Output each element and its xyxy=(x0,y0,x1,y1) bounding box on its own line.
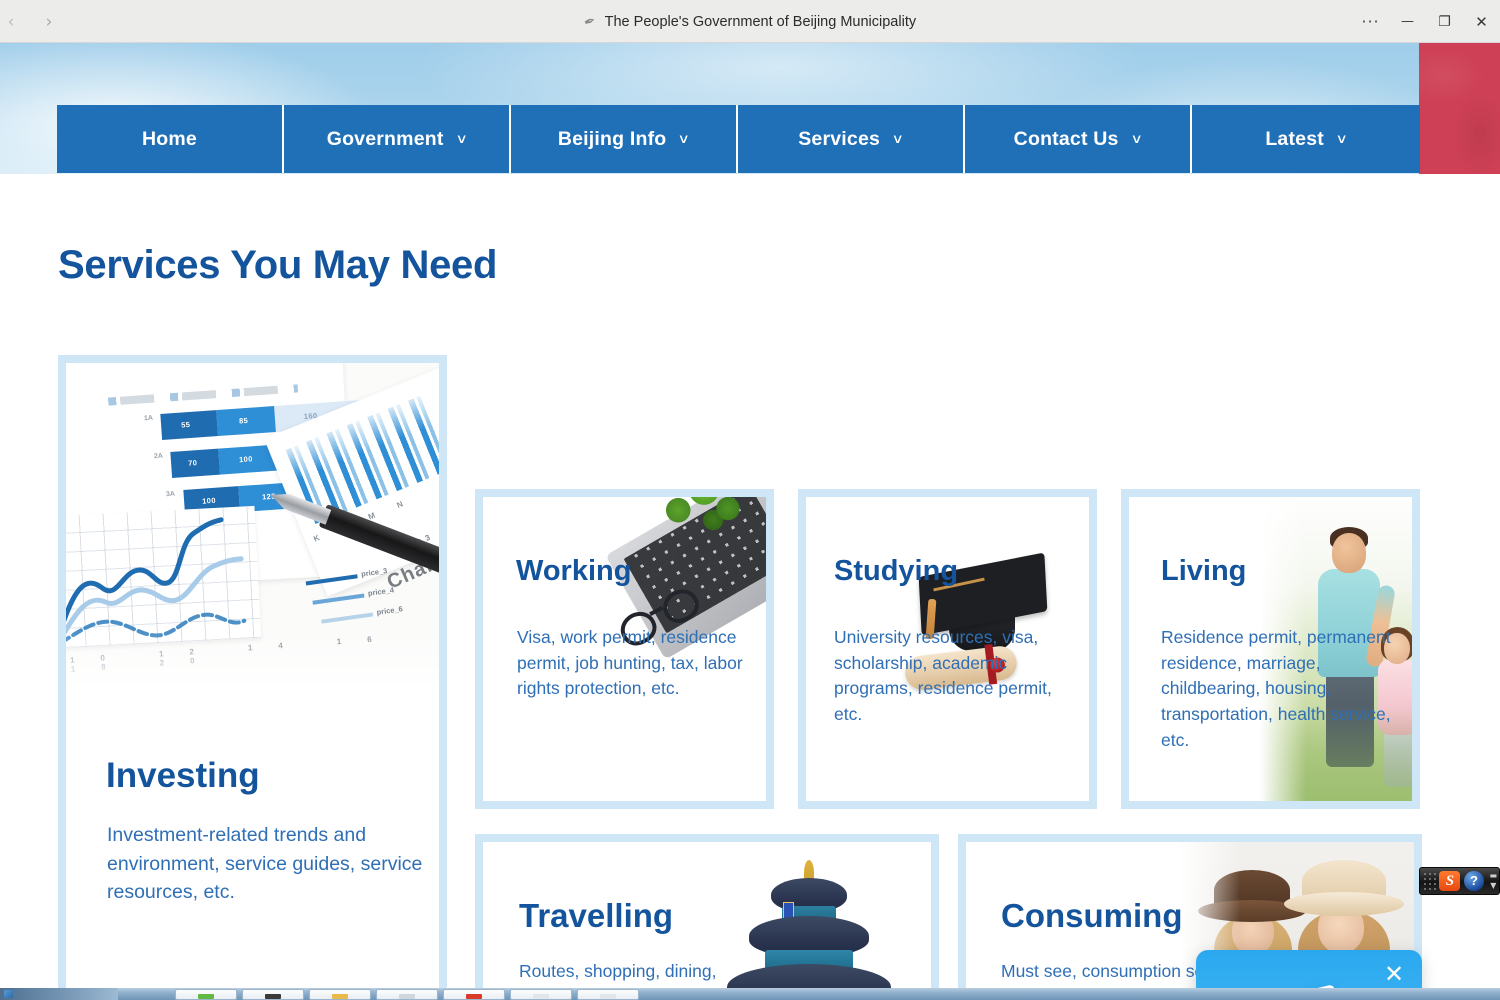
sogou-ime-toolbar[interactable]: S ? ▬ ▼ xyxy=(1419,867,1500,895)
taskbar-item[interactable] xyxy=(376,989,438,1000)
nav-item-label: Latest xyxy=(1265,127,1324,150)
card-description: University resources, visa, scholarship,… xyxy=(834,627,1052,725)
card-title: Travelling xyxy=(519,897,674,934)
minimize-icon[interactable]: ▬ xyxy=(1488,871,1499,881)
card-title: Living xyxy=(1161,555,1247,587)
nav-item-label: Services xyxy=(798,127,881,150)
nav-item-latest[interactable]: Latest ∨ xyxy=(1192,105,1420,173)
taskbar-item[interactable] xyxy=(242,989,304,1000)
service-card-investing[interactable]: 55 85 160 70 100 130 100 xyxy=(58,355,447,988)
chevron-down-icon[interactable]: ▼ xyxy=(1488,881,1499,891)
taskbar-item[interactable] xyxy=(510,989,572,1000)
x-axis-ticks: 10 12 14 16 18 20 xyxy=(69,632,398,674)
nav-item-label: Contact Us xyxy=(1013,127,1119,150)
nav-item-label: Beijing Info xyxy=(557,127,667,150)
bar-label: 85 xyxy=(238,415,249,426)
nav-item-services[interactable]: Services ∨ xyxy=(738,105,965,173)
chevron-down-icon: ∨ xyxy=(1335,131,1349,147)
window-title: ✒ The People's Government of Beijing Mun… xyxy=(0,0,1500,43)
bar-label: 55 xyxy=(180,419,191,430)
taskbar-item[interactable] xyxy=(309,989,371,1000)
main-navigation: Home Government ∨ Beijing Info ∨ Service… xyxy=(57,105,1420,173)
close-icon[interactable]: ✕ xyxy=(1463,0,1500,43)
windows-taskbar xyxy=(0,988,1500,1000)
nav-item-home[interactable]: Home xyxy=(57,105,284,173)
taskbar-item[interactable] xyxy=(577,989,639,1000)
pin-icon: ✒ xyxy=(581,11,598,31)
survey-popup[interactable]: ✕ ✓ Survey on One-stop Government Servic… xyxy=(1196,950,1422,988)
taskbar-item[interactable] xyxy=(175,989,237,1000)
more-options-icon[interactable]: ··· xyxy=(1352,0,1389,43)
service-card-working[interactable]: Working Visa, work permit, residence per… xyxy=(475,489,774,809)
card-title: Consuming xyxy=(1001,897,1183,934)
chevron-down-icon: ∨ xyxy=(455,131,468,147)
window-title-text: The People's Government of Beijing Munic… xyxy=(604,13,917,30)
card-description: Routes, shopping, dining, entertainment,… xyxy=(519,961,717,988)
minimize-icon[interactable]: — xyxy=(1389,0,1426,43)
drag-handle-icon[interactable] xyxy=(1423,872,1437,890)
sogou-logo-icon[interactable]: S xyxy=(1439,871,1461,891)
close-icon[interactable]: ✕ xyxy=(1381,962,1407,988)
card-title: Investing xyxy=(106,756,260,795)
banner-red-edge xyxy=(1419,43,1500,174)
restore-icon[interactable]: ❐ xyxy=(1426,0,1463,43)
chevron-down-icon: ∨ xyxy=(891,131,905,147)
line-chart-curves xyxy=(66,517,247,645)
bar-label: 100 xyxy=(238,454,254,465)
bar-label: 70 xyxy=(187,458,198,468)
price-label: price_4 xyxy=(367,585,395,598)
ime-expand-icons[interactable]: ▬ ▼ xyxy=(1488,871,1499,891)
survey-form-icon: ✓ xyxy=(1257,984,1368,988)
taskbar-item[interactable] xyxy=(443,989,505,1000)
page-title: Services You May Need xyxy=(58,243,498,287)
service-card-living[interactable]: Living Residence permit, permanent resid… xyxy=(1121,489,1420,809)
service-card-travelling[interactable]: Travelling Routes, shopping, dining, ent… xyxy=(475,834,939,988)
card-description: Visa, work permit, residence permit, job… xyxy=(517,627,743,699)
page-viewport: Home Government ∨ Beijing Info ∨ Service… xyxy=(0,43,1500,988)
window-controls: ··· — ❐ ✕ xyxy=(1352,0,1500,43)
card-description: Investment-related trends and environmen… xyxy=(107,824,423,904)
nav-item-label: Government xyxy=(326,127,444,150)
card-title: Studying xyxy=(834,555,959,587)
service-card-studying[interactable]: Studying University resources, visa, sch… xyxy=(798,489,1097,809)
browser-chrome: ‹ › ✒ The People's Government of Beijing… xyxy=(0,0,1500,43)
nav-item-label: Home xyxy=(142,127,197,150)
price-label: price_6 xyxy=(376,604,404,617)
axis-tick-label: 3A xyxy=(165,490,176,499)
start-button[interactable] xyxy=(0,988,118,1000)
chevron-down-icon: ∨ xyxy=(1130,131,1143,147)
page-right-margin xyxy=(1419,174,1500,988)
nav-item-contact-us[interactable]: Contact Us ∨ xyxy=(965,105,1192,173)
card-title: Working xyxy=(516,555,632,587)
nav-item-beijing-info[interactable]: Beijing Info ∨ xyxy=(511,105,738,173)
axis-tick-label: 1A xyxy=(143,414,154,423)
axis-tick-label: 2A xyxy=(153,452,164,461)
chevron-down-icon: ∨ xyxy=(677,131,691,147)
financial-chart-photo: 55 85 160 70 100 130 100 xyxy=(66,363,439,693)
nav-item-government[interactable]: Government ∨ xyxy=(284,105,511,173)
bar-label: 100 xyxy=(201,495,217,506)
help-icon[interactable]: ? xyxy=(1464,871,1484,891)
card-description: Residence permit, permanent residence, m… xyxy=(1161,627,1391,750)
